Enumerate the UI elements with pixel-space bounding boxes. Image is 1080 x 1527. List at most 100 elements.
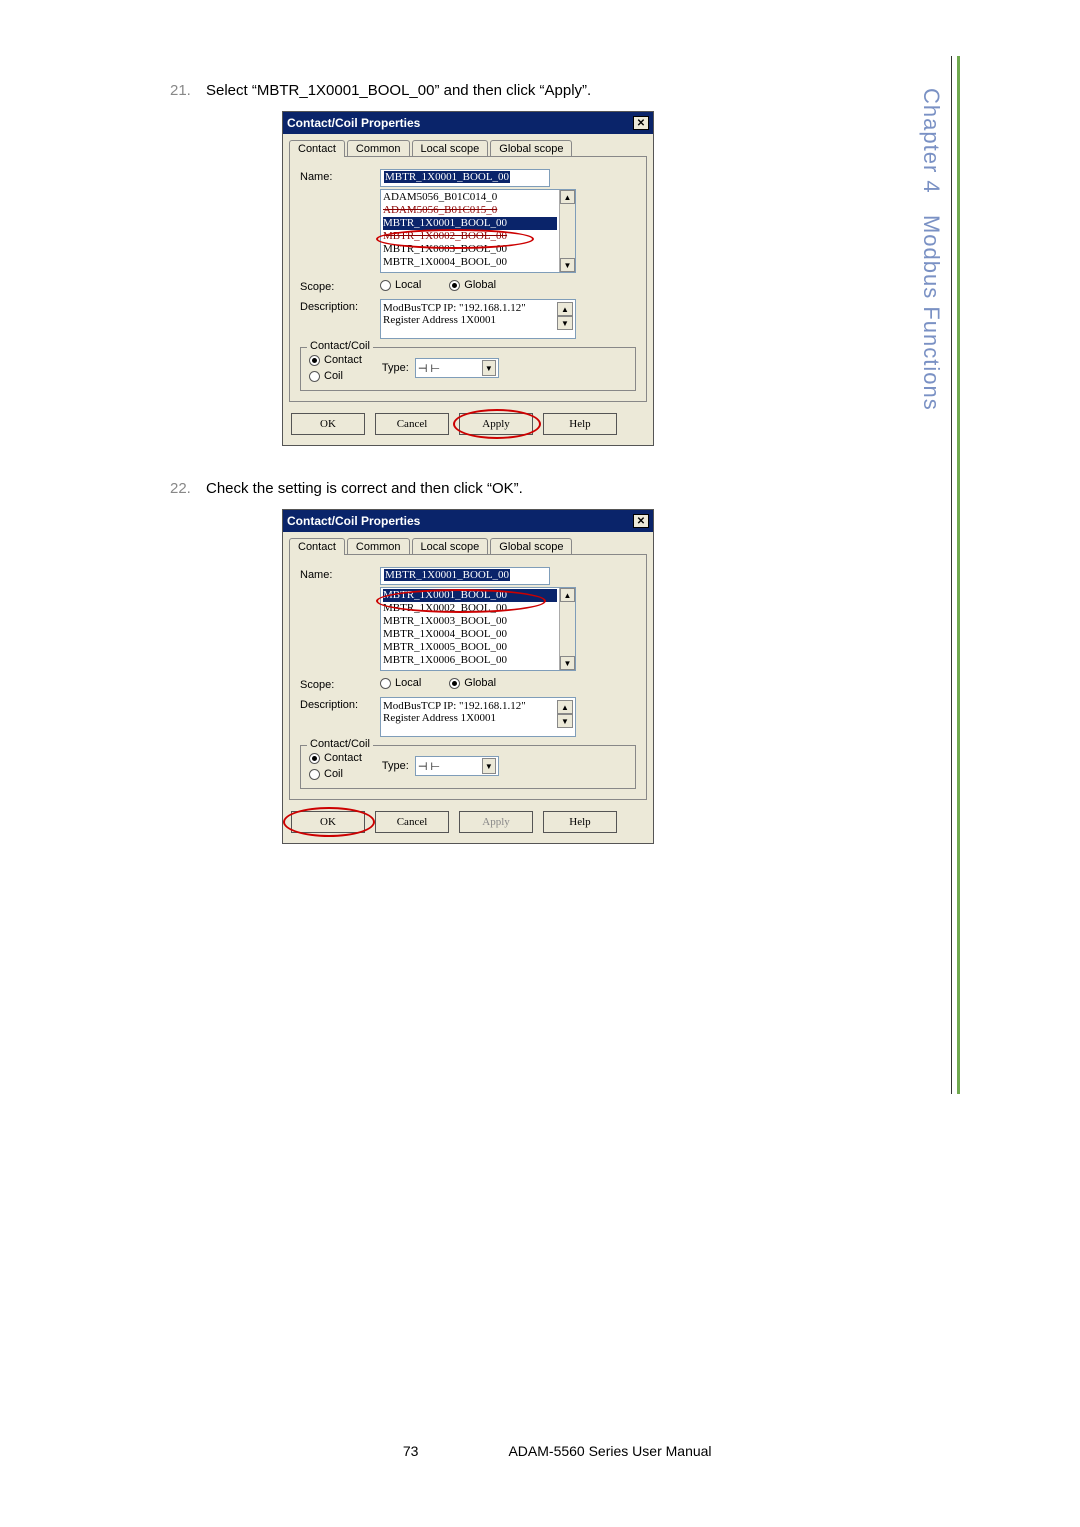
scope-local-radio[interactable]: Local: [380, 677, 421, 689]
step-number: 21.: [170, 82, 206, 99]
name-input[interactable]: MBTR_1X0001_BOOL_00: [380, 567, 550, 585]
scope-global-label: Global: [464, 279, 496, 291]
type-label: Type:: [382, 362, 409, 374]
scroll-down-icon[interactable]: ▼: [560, 258, 575, 272]
tab-global[interactable]: Global scope: [490, 538, 572, 555]
scrollbar[interactable]: ▲ ▼: [559, 588, 575, 670]
dialog-title: Contact/Coil Properties: [287, 514, 420, 528]
scrollbar[interactable]: ▲ ▼: [559, 190, 575, 272]
side-green-rule: [957, 56, 960, 1094]
desc-label: Description:: [300, 697, 380, 711]
chevron-down-icon[interactable]: ▼: [482, 360, 496, 376]
name-listbox[interactable]: MBTR_1X0001_BOOL_00 MBTR_1X0002_BOOL_00 …: [380, 587, 576, 671]
cancel-button[interactable]: Cancel: [375, 811, 449, 833]
name-listbox[interactable]: ADAM5056_B01C014_0 ADAM5056_B01C015_0 MB…: [380, 189, 576, 273]
tab-global[interactable]: Global scope: [490, 140, 572, 157]
scroll-up-icon[interactable]: ▲: [560, 588, 575, 602]
scroll-down-icon[interactable]: ▼: [557, 714, 573, 728]
name-value: MBTR_1X0001_BOOL_00: [384, 569, 510, 581]
page-number: 73: [368, 1443, 418, 1459]
list-item[interactable]: MBTR_1X0002_BOOL_00: [383, 602, 557, 615]
coil-radio[interactable]: Coil: [309, 370, 362, 382]
scroll-down-icon[interactable]: ▼: [557, 316, 573, 330]
page-footer: 73 ADAM-5560 Series User Manual: [0, 1443, 1080, 1459]
contact-coil-fieldset: Contact/Coil Contact Coil Type:: [300, 347, 636, 391]
dialog-titlebar: Contact/Coil Properties ✕: [283, 510, 653, 532]
scope-global-label: Global: [464, 677, 496, 689]
list-item[interactable]: MBTR_1X0005_BOOL_00: [383, 641, 557, 654]
scroll-up-icon[interactable]: ▲: [557, 302, 573, 316]
coil-radio[interactable]: Coil: [309, 768, 362, 780]
name-label: Name:: [300, 169, 380, 183]
dialog-title: Contact/Coil Properties: [287, 116, 420, 130]
list-item[interactable]: MBTR_1X0001_BOOL_00: [383, 217, 557, 230]
ok-button[interactable]: OK: [291, 413, 365, 435]
close-icon[interactable]: ✕: [633, 116, 649, 130]
contact-radio[interactable]: Contact: [309, 752, 362, 764]
contact-coil-fieldset: Contact/Coil Contact Coil Type:: [300, 745, 636, 789]
tabpanel: Name: MBTR_1X0001_BOOL_00 MBTR_1X0001_BO…: [289, 554, 647, 800]
desc-line: Register Address 1X0001: [383, 712, 557, 724]
type-dropdown[interactable]: ⊣ ⊢ ▼: [415, 358, 499, 378]
scope-local-label: Local: [395, 677, 421, 689]
dialog-1: Contact/Coil Properties ✕ Contact Common…: [282, 111, 654, 446]
step-number: 22.: [170, 480, 206, 497]
list-item[interactable]: ADAM5056_B01C015_0: [383, 204, 557, 217]
tab-local[interactable]: Local scope: [412, 140, 489, 157]
list-item[interactable]: MBTR_1X0003_BOOL_00: [383, 615, 557, 628]
tab-contact[interactable]: Contact: [289, 140, 345, 157]
apply-button[interactable]: Apply: [459, 413, 533, 435]
contact-radio[interactable]: Contact: [309, 354, 362, 366]
list-item[interactable]: MBTR_1X0006_BOOL_00: [383, 654, 557, 667]
ok-button[interactable]: OK: [291, 811, 365, 833]
help-button[interactable]: Help: [543, 811, 617, 833]
list-item[interactable]: MBTR_1X0002_BOOL_00: [383, 230, 557, 243]
manual-title: ADAM-5560 Series User Manual: [508, 1443, 711, 1459]
type-dropdown[interactable]: ⊣ ⊢ ▼: [415, 756, 499, 776]
name-value: MBTR_1X0001_BOOL_00: [384, 171, 510, 183]
type-label: Type:: [382, 760, 409, 772]
scope-label: Scope:: [300, 677, 380, 691]
help-button[interactable]: Help: [543, 413, 617, 435]
scope-global-radio[interactable]: Global: [449, 279, 496, 291]
tab-local[interactable]: Local scope: [412, 538, 489, 555]
list-item[interactable]: MBTR_1X0004_BOOL_00: [383, 256, 557, 269]
list-item[interactable]: MBTR_1X0004_BOOL_00: [383, 628, 557, 641]
tab-common[interactable]: Common: [347, 140, 410, 157]
name-input[interactable]: MBTR_1X0001_BOOL_00: [380, 169, 550, 187]
scroll-up-icon[interactable]: ▲: [560, 190, 575, 204]
desc-label: Description:: [300, 299, 380, 313]
side-chapter-title: Modbus Functions: [919, 215, 944, 411]
tabs: Contact Common Local scope Global scope: [283, 532, 653, 555]
coil-label: Coil: [324, 370, 343, 382]
cancel-button[interactable]: Cancel: [375, 413, 449, 435]
dialog-2: Contact/Coil Properties ✕ Contact Common…: [282, 509, 654, 844]
list-item[interactable]: ADAM5056_B01C014_0: [383, 191, 557, 204]
contact-label: Contact: [324, 354, 362, 366]
desc-line: ModBusTCP IP: "192.168.1.12": [383, 302, 557, 314]
type-value: ⊣ ⊢: [418, 362, 440, 375]
apply-button[interactable]: Apply: [459, 811, 533, 833]
close-icon[interactable]: ✕: [633, 514, 649, 528]
tab-common[interactable]: Common: [347, 538, 410, 555]
scroll-up-icon[interactable]: ▲: [557, 700, 573, 714]
step-21: 21. Select “MBTR_1X0001_BOOL_00” and the…: [170, 82, 880, 99]
chevron-down-icon[interactable]: ▼: [482, 758, 496, 774]
name-label: Name:: [300, 567, 380, 581]
type-value: ⊣ ⊢: [418, 760, 440, 773]
list-item[interactable]: MBTR_1X0003_BOOL_00: [383, 243, 557, 256]
list-item[interactable]: MBTR_1X0001_BOOL_00: [383, 589, 557, 602]
fieldset-legend: Contact/Coil: [307, 738, 373, 750]
scroll-down-icon[interactable]: ▼: [560, 656, 575, 670]
coil-label: Coil: [324, 768, 343, 780]
scope-local-radio[interactable]: Local: [380, 279, 421, 291]
tabs: Contact Common Local scope Global scope: [283, 134, 653, 157]
desc-textarea[interactable]: ModBusTCP IP: "192.168.1.12" Register Ad…: [380, 299, 576, 339]
side-chapter-num: Chapter 4: [919, 88, 944, 194]
scope-global-radio[interactable]: Global: [449, 677, 496, 689]
tab-contact[interactable]: Contact: [289, 538, 345, 555]
scope-label: Scope:: [300, 279, 380, 293]
side-chapter-label: Chapter 4 Modbus Functions: [918, 88, 944, 411]
desc-textarea[interactable]: ModBusTCP IP: "192.168.1.12" Register Ad…: [380, 697, 576, 737]
step-text: Check the setting is correct and then cl…: [206, 480, 880, 497]
